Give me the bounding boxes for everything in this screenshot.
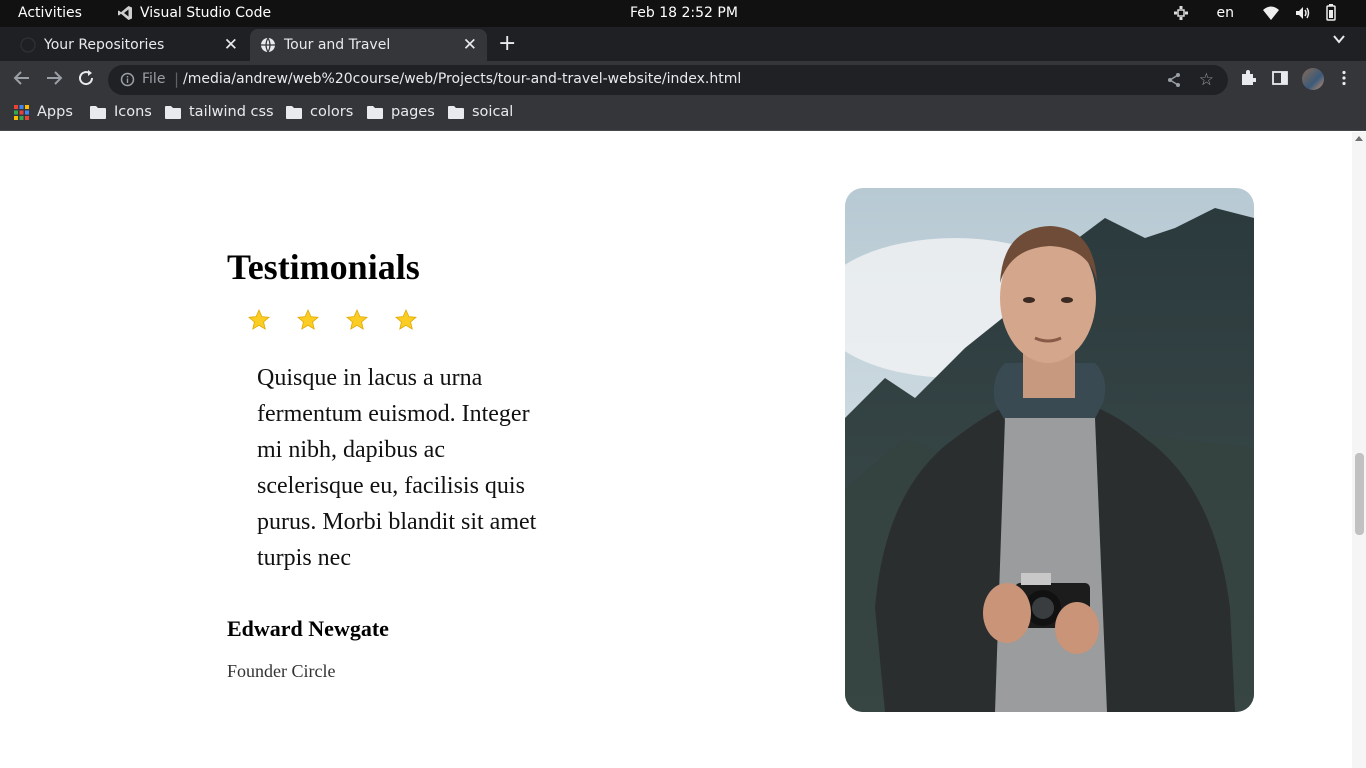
- tab-tour-and-travel[interactable]: Tour and Travel ✕: [250, 29, 487, 61]
- star-icon: [248, 309, 270, 330]
- bookmark-folder-soical[interactable]: soical: [448, 104, 513, 120]
- bookmark-label: tailwind css: [189, 104, 274, 120]
- bookmark-label: Icons: [114, 104, 152, 120]
- info-icon[interactable]: [120, 72, 135, 87]
- vscode-icon: [118, 6, 132, 20]
- folder-icon: [165, 106, 181, 119]
- globe-icon: [261, 37, 275, 53]
- share-icon[interactable]: [1166, 72, 1182, 88]
- scroll-up-arrow-icon[interactable]: [1355, 136, 1363, 141]
- url-text[interactable]: /media/andrew/web%20course/web/Projects/…: [183, 71, 741, 87]
- clock[interactable]: Feb 18 2:52 PM: [630, 5, 738, 21]
- close-tab-icon[interactable]: ✕: [463, 35, 477, 55]
- tab-label: Your Repositories: [44, 37, 165, 53]
- close-tab-icon[interactable]: ✕: [224, 35, 238, 55]
- forward-arrow-icon[interactable]: [45, 69, 63, 87]
- browser-toolbar: File | /media/andrew/web%20course/web/Pr…: [0, 61, 1366, 97]
- folder-icon: [367, 106, 383, 119]
- bookmark-label: pages: [391, 104, 435, 120]
- profile-avatar[interactable]: [1302, 68, 1324, 90]
- extensions-puzzle-icon[interactable]: [1240, 70, 1256, 86]
- bookmarks-bar: Apps Icons tailwind css colors pages soi…: [0, 97, 1366, 131]
- bookmark-label: colors: [310, 104, 354, 120]
- scrollbar-thumb[interactable]: [1355, 453, 1364, 535]
- battery-icon: [1326, 4, 1336, 21]
- bookmark-folder-colors[interactable]: colors: [286, 104, 353, 120]
- browser-tab-strip: Your Repositories ✕ Tour and Travel ✕ +: [0, 27, 1366, 61]
- star-icon: [395, 309, 417, 330]
- tab-label: Tour and Travel: [284, 37, 391, 53]
- app-name: Visual Studio Code: [140, 5, 272, 21]
- network-icon: [1173, 5, 1188, 20]
- page-scrollbar[interactable]: [1352, 132, 1366, 768]
- activities-button[interactable]: Activities: [18, 5, 82, 21]
- star-rating: [247, 308, 418, 332]
- bookmark-folder-tailwind-css[interactable]: tailwind css: [165, 104, 274, 120]
- system-tray[interactable]: en: [1173, 4, 1337, 21]
- volume-icon: [1296, 6, 1310, 19]
- reload-icon[interactable]: [77, 69, 95, 87]
- folder-icon: [90, 106, 106, 119]
- bookmark-label: soical: [472, 104, 514, 120]
- section-title: Testimonials: [227, 247, 420, 287]
- author-role: Founder Circle: [227, 661, 336, 681]
- github-icon: [20, 37, 36, 53]
- scheme-label: File: [142, 71, 166, 87]
- bookmark-folder-pages[interactable]: pages: [367, 104, 435, 120]
- folder-icon: [286, 106, 302, 119]
- language-indicator[interactable]: en: [1217, 5, 1235, 21]
- bookmark-apps[interactable]: Apps: [14, 104, 73, 120]
- address-bar[interactable]: File | /media/andrew/web%20course/web/Pr…: [108, 65, 1228, 95]
- page-viewport: Testimonials Quisque in lacus a urna fer…: [0, 132, 1352, 768]
- testimonial-quote: Quisque in lacus a urna fermentum euismo…: [257, 365, 537, 571]
- tab-search-chevron-icon[interactable]: [1332, 32, 1346, 46]
- tab-your-repositories[interactable]: Your Repositories ✕: [0, 29, 248, 61]
- star-icon: [346, 309, 368, 330]
- star-icon: [297, 309, 319, 330]
- new-tab-button[interactable]: +: [498, 31, 516, 56]
- folder-icon: [448, 106, 464, 119]
- bookmark-star-icon[interactable]: ☆: [1199, 70, 1214, 90]
- app-menu[interactable]: Visual Studio Code: [117, 5, 271, 21]
- author-name: Edward Newgate: [227, 616, 389, 641]
- back-arrow-icon[interactable]: [13, 69, 31, 87]
- system-top-bar: Activities Visual Studio Code Feb 18 2:5…: [0, 0, 1366, 27]
- separator: |: [174, 70, 180, 88]
- testimonial-photo: [845, 188, 1254, 712]
- bookmark-folder-icons[interactable]: Icons: [90, 104, 152, 120]
- side-panel-icon[interactable]: [1272, 70, 1288, 86]
- kebab-menu-icon[interactable]: [1337, 70, 1351, 86]
- wifi-icon: [1263, 6, 1279, 20]
- portrait-image: [845, 188, 1254, 712]
- bookmark-label: Apps: [37, 104, 73, 120]
- apps-grid-icon: [14, 104, 29, 120]
